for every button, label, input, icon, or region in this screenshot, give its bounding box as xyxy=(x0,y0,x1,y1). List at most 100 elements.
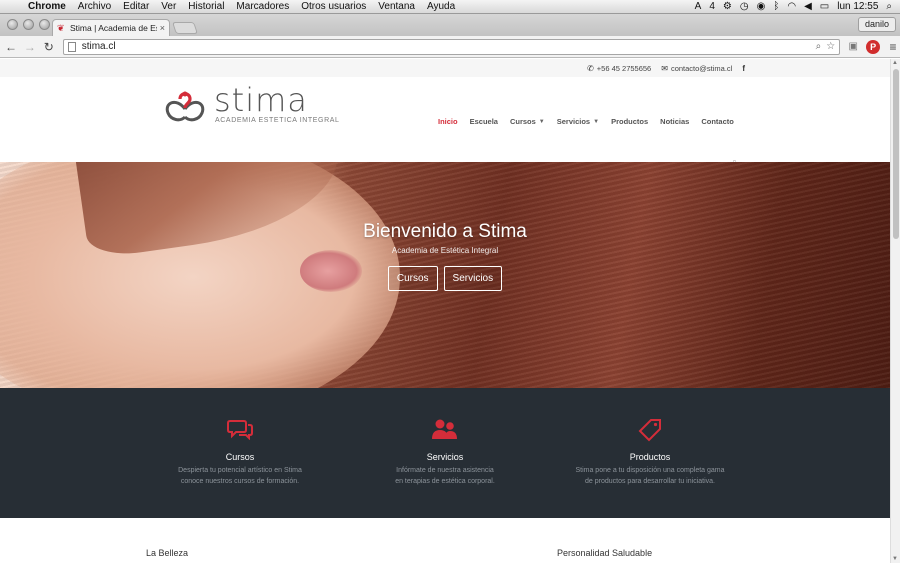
page-icon xyxy=(67,41,76,52)
contact-topbar: ✆ +56 45 2755656 ✉ contacto@stima.cl f xyxy=(0,59,890,77)
os-menubar: Chrome Archivo Editar Ver Historial Marc… xyxy=(0,0,900,14)
nav-label: Escuela xyxy=(469,117,498,126)
menu-ver[interactable]: Ver xyxy=(155,1,182,12)
feature-desc: Stima pone a tu disposición una completa… xyxy=(550,465,750,487)
site-logo[interactable]: stima ACADEMIA ESTETICA INTEGRAL xyxy=(162,81,352,127)
logo-text: stima xyxy=(214,81,308,119)
forward-icon[interactable]: → xyxy=(22,39,38,55)
menu-ayuda[interactable]: Ayuda xyxy=(421,1,461,12)
menu-historial[interactable]: Historial xyxy=(182,1,230,12)
spotlight-search-icon[interactable]: ⌕ xyxy=(886,1,892,12)
sync-icon[interactable]: ◉ xyxy=(757,1,766,12)
scroll-up-icon[interactable]: ▲ xyxy=(892,60,898,66)
hero-buttons: Cursos Servicios xyxy=(0,266,890,291)
page-scrollbar[interactable]: ▲ ▼ xyxy=(890,59,900,563)
facebook-icon[interactable]: f xyxy=(742,64,745,73)
battery-icon[interactable]: ▭ xyxy=(820,1,829,12)
content-section: La Belleza Personalidad Saludable xyxy=(0,518,890,563)
feature-desc-line: Infórmate de nuestra asistencia xyxy=(396,467,494,474)
nav-noticias[interactable]: Noticias xyxy=(660,117,689,126)
logo-tagline: ACADEMIA ESTETICA INTEGRAL xyxy=(215,117,340,124)
feature-cursos[interactable]: Cursos Despierta tu potencial artístico … xyxy=(140,418,340,487)
feature-desc-line: Despierta tu potencial artístico en Stim… xyxy=(178,467,302,474)
clock-text[interactable]: lun 12:55 xyxy=(837,1,878,12)
feature-title: Productos xyxy=(629,452,671,462)
url-text[interactable]: stima.cl xyxy=(82,41,811,52)
browser-toolbar: ← → ↻ stima.cl ⌕ ☆ ▣ P ≡ xyxy=(0,36,900,58)
phone-icon: ✆ xyxy=(587,63,594,73)
email-text: contacto@stima.cl xyxy=(670,63,733,73)
bluetooth-icon[interactable]: ᛒ xyxy=(773,1,779,12)
feature-desc-line: Stima pone a tu disposición una completa… xyxy=(575,467,725,474)
extension-icon[interactable]: ▣ xyxy=(846,40,860,54)
new-tab-button[interactable] xyxy=(172,22,198,34)
heading-la-belleza: La Belleza xyxy=(146,548,189,558)
close-window-button[interactable] xyxy=(7,19,18,30)
menu-archivo[interactable]: Archivo xyxy=(72,1,117,12)
search-icon[interactable]: ⌕ xyxy=(816,41,822,52)
nav-label: Inicio xyxy=(438,117,458,126)
nav-contacto[interactable]: Contacto xyxy=(701,117,734,126)
scroll-thumb[interactable] xyxy=(893,69,899,239)
feature-desc-line: de productos para desarrollar tu iniciat… xyxy=(585,478,715,485)
nav-label: Productos xyxy=(611,117,649,126)
volume-icon[interactable]: ◀ xyxy=(804,1,812,12)
logo-mark-icon xyxy=(165,91,205,122)
nav-escuela[interactable]: Escuela xyxy=(470,117,498,126)
hero-subtitle: Academia de Estética Integral xyxy=(391,246,499,255)
nav-cursos[interactable]: Cursos ▼ xyxy=(510,117,545,126)
back-icon[interactable]: ← xyxy=(3,39,19,55)
tab-strip: ❦ Stima | Academia de Estét × danilo xyxy=(0,14,900,36)
site-header: stima ACADEMIA ESTETICA INTEGRAL Inicio … xyxy=(0,77,890,162)
chrome-menu-icon[interactable]: ≡ xyxy=(886,40,900,54)
stima-favicon-icon: ❦ xyxy=(57,22,65,33)
hero-servicios-button[interactable]: Servicios xyxy=(443,266,503,291)
minimize-window-button[interactable] xyxy=(23,19,34,30)
wifi-icon[interactable]: ◠ xyxy=(787,1,796,12)
email-item[interactable]: ✉ contacto@stima.cl xyxy=(661,64,732,73)
page-viewport: ✆ +56 45 2755656 ✉ contacto@stima.cl f s… xyxy=(0,59,890,563)
hero-cursos-button[interactable]: Cursos xyxy=(387,266,438,291)
hero-banner: Bienvenido a Stima Academia de Estética … xyxy=(0,162,890,388)
menu-otros-usuarios[interactable]: Otros usuarios xyxy=(295,1,372,12)
nav-inicio[interactable]: Inicio xyxy=(438,117,458,126)
status-area: A 4 ⚙ ◷ ◉ ᛒ ◠ ◀ ▭ lun 12:55 ⌕ xyxy=(695,1,900,12)
profile-button[interactable]: danilo xyxy=(857,17,896,32)
feature-productos[interactable]: Productos Stima pone a tu disposición un… xyxy=(550,418,750,487)
tab-stima[interactable]: ❦ Stima | Academia de Estét × xyxy=(52,19,170,36)
bookmark-star-icon[interactable]: ☆ xyxy=(826,41,835,52)
zoom-window-button[interactable] xyxy=(39,19,50,30)
heading-personalidad-saludable: Personalidad Saludable xyxy=(557,548,653,558)
phone-text: +56 45 2755656 xyxy=(596,63,652,73)
chevron-down-icon: ▼ xyxy=(593,118,600,125)
tag-icon xyxy=(550,418,750,442)
chat-bubbles-icon xyxy=(140,418,340,442)
pinterest-icon[interactable]: P xyxy=(866,39,881,54)
menu-editar[interactable]: Editar xyxy=(117,1,155,12)
nav-label: Contacto xyxy=(701,117,734,126)
time-machine-icon[interactable]: ◷ xyxy=(740,1,749,12)
reload-icon[interactable]: ↻ xyxy=(41,39,57,55)
menu-app-chrome[interactable]: Chrome xyxy=(22,1,72,12)
nav-servicios[interactable]: Servicios ▼ xyxy=(557,117,599,126)
menu-marcadores[interactable]: Marcadores xyxy=(230,1,295,12)
chevron-down-icon: ▼ xyxy=(538,118,545,125)
menu-ventana[interactable]: Ventana xyxy=(372,1,421,12)
adobe-icon[interactable]: A xyxy=(695,1,702,12)
window-controls xyxy=(7,19,50,30)
phone-item[interactable]: ✆ +56 45 2755656 xyxy=(587,64,651,73)
feature-title: Servicios xyxy=(426,452,464,462)
feature-desc-line: conoce nuestros cursos de formación. xyxy=(180,478,300,485)
scroll-down-icon[interactable]: ▼ xyxy=(892,556,898,562)
people-icon xyxy=(345,418,545,442)
envelope-icon: ✉ xyxy=(661,63,668,73)
feature-desc: Despierta tu potencial artístico en Stim… xyxy=(140,465,340,487)
address-bar[interactable]: stima.cl ⌕ ☆ xyxy=(62,38,841,55)
tab-close-icon[interactable]: × xyxy=(160,23,165,33)
nav-productos[interactable]: Productos xyxy=(611,117,648,126)
feature-desc: Infórmate de nuestra asistencia en terap… xyxy=(345,465,545,487)
settings-icon[interactable]: ⚙ xyxy=(723,1,732,12)
feature-servicios[interactable]: Servicios Infórmate de nuestra asistenci… xyxy=(345,418,545,487)
notification-badge: 4 xyxy=(709,1,715,12)
hero-title: Bienvenido a Stima xyxy=(363,221,527,242)
